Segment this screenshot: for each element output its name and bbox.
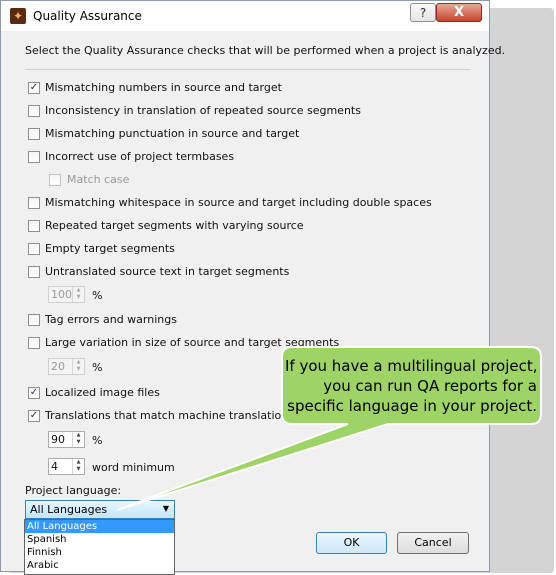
- callout-line: you can run QA reports for a: [323, 377, 537, 395]
- callout-text: If you have a multilingual project, you …: [285, 356, 538, 416]
- callout-bubble: [116, 346, 542, 511]
- callout-line: If you have a multilingual project,: [285, 357, 538, 375]
- callout-line: specific language in your project.: [287, 397, 537, 415]
